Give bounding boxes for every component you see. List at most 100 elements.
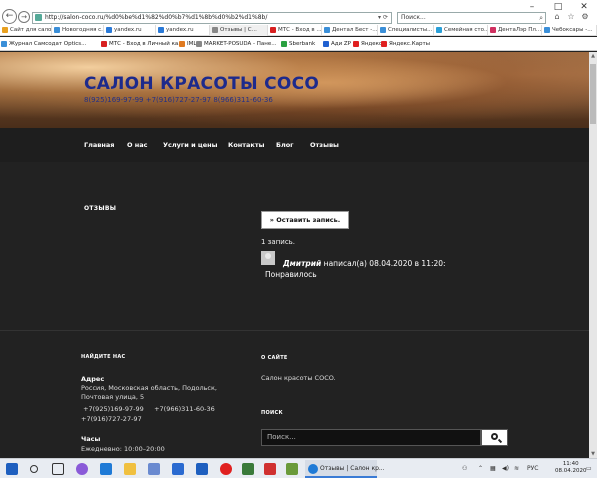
tab-favicon-icon xyxy=(212,27,218,33)
favorite-favicon-icon xyxy=(179,41,185,47)
tab-favicon-icon xyxy=(54,27,60,33)
edge-icon[interactable] xyxy=(100,463,112,475)
nav-home[interactable]: Главная xyxy=(84,141,114,149)
app-icon-1[interactable] xyxy=(242,463,254,475)
viber-icon[interactable] xyxy=(76,463,88,475)
wifi-icon[interactable]: ≋ xyxy=(514,465,519,472)
favorite-link[interactable]: Журнал Самсодат Optics... xyxy=(0,39,86,49)
browser-tab[interactable]: Отзывы | С... xyxy=(210,25,268,36)
site-header: САЛОН КРАСОТЫ COCO 8(925)169-97-99 +7(91… xyxy=(0,52,589,128)
clock-date: 08.04.2020 xyxy=(555,468,587,474)
site-title[interactable]: САЛОН КРАСОТЫ COCO xyxy=(84,74,319,94)
start-windows-icon[interactable] xyxy=(6,463,18,475)
tab-favicon-icon xyxy=(380,27,386,33)
favorites-star-icon[interactable]: ☆ xyxy=(566,12,576,22)
scroll-up-icon[interactable]: ▲ xyxy=(589,52,597,60)
url-text: http://salon-coco.ru/%d0%be%d1%82%d0%b7%… xyxy=(45,14,268,21)
store-icon[interactable] xyxy=(172,463,184,475)
browser-tab[interactable]: yandex.ru xyxy=(104,25,156,36)
notifications-icon[interactable]: ▭ xyxy=(586,465,592,472)
app-icon-2[interactable] xyxy=(264,463,276,475)
page-scrollbar[interactable]: ▲ ▼ xyxy=(589,52,597,458)
about-text: Салон красоты COCO. xyxy=(261,374,336,382)
outlook-icon[interactable] xyxy=(196,463,208,475)
favorite-link[interactable]: Яндекс xyxy=(352,39,382,49)
nav-reviews[interactable]: Отзывы xyxy=(310,141,339,149)
main-navigation: Главная О нас Услуги и цены Контакты Бло… xyxy=(0,128,589,162)
people-icon[interactable]: ⚇ xyxy=(462,465,467,472)
browser-tab[interactable]: Специалисты... xyxy=(378,25,434,36)
nav-services[interactable]: Услуги и цены xyxy=(163,141,218,149)
favorite-label: MARKET-POSUDA - Пане... xyxy=(204,41,277,47)
browser-tab[interactable]: Семейная сто... xyxy=(434,25,488,36)
favorite-favicon-icon xyxy=(101,41,107,47)
back-button[interactable]: ← xyxy=(2,9,17,24)
tab-favicon-icon xyxy=(106,27,112,33)
nav-blog[interactable]: Блог xyxy=(276,141,294,149)
tray-chevron-icon[interactable]: ⌃ xyxy=(478,465,483,472)
forward-button[interactable]: → xyxy=(18,11,30,23)
footer-search-input[interactable]: Поиск... xyxy=(261,429,481,446)
nav-about[interactable]: О нас xyxy=(127,141,148,149)
tab-label: yandex.ru xyxy=(166,27,194,33)
task-view-icon[interactable] xyxy=(52,463,64,475)
settings-gear-icon[interactable]: ⚙ xyxy=(580,12,590,22)
favorite-link[interactable]: МТС - Вход в Личный ка... xyxy=(100,39,184,49)
tab-label: Дентал Бест -... xyxy=(332,27,378,33)
review-count: 1 запись. xyxy=(261,238,296,246)
tab-label: Семейная сто... xyxy=(444,27,488,33)
app-icon-3[interactable] xyxy=(286,463,298,475)
browser-tab[interactable]: Новогодняя с... xyxy=(52,25,104,36)
browser-tabs: Сайт для сало... Новогодняя с... yandex.ru… xyxy=(0,24,597,36)
favorite-favicon-icon xyxy=(1,41,7,47)
home-icon[interactable]: ⌂ xyxy=(552,12,562,22)
tab-label: yandex.ru xyxy=(114,27,142,33)
browser-tab[interactable]: Сайт для сало... xyxy=(0,25,52,36)
browser-search-input[interactable]: Поиск... ⌕ xyxy=(397,12,546,24)
address-bar[interactable]: http://salon-coco.ru/%d0%be%d1%82%d0%b7%… xyxy=(32,12,392,24)
network-icon[interactable]: ▦ xyxy=(490,465,496,472)
favorite-label: МТС - Вход в Личный ка... xyxy=(109,41,184,47)
review-meta: Дмитрий написал(а) 08.04.2020 в 11:20: xyxy=(283,259,446,268)
search-placeholder: Поиск... xyxy=(401,14,426,21)
mail-icon[interactable] xyxy=(148,463,160,475)
hours-label: Часы xyxy=(81,435,101,443)
scroll-thumb[interactable] xyxy=(590,64,596,124)
favorite-link[interactable]: Sberbank xyxy=(280,39,315,49)
clock[interactable]: 11:40 08.04.2020 xyxy=(555,461,587,475)
favorite-link[interactable]: IML xyxy=(178,39,196,49)
tab-favicon-icon xyxy=(490,27,496,33)
tab-favicon-icon xyxy=(436,27,442,33)
favorite-link[interactable]: MARKET-POSUDA - Пане... xyxy=(195,39,277,49)
clock-time: 11:40 xyxy=(562,461,579,467)
language-indicator[interactable]: РУС xyxy=(527,465,538,472)
nav-contacts[interactable]: Контакты xyxy=(228,141,264,149)
hours-text: Ежедневно: 10:00–20:00 xyxy=(81,445,165,453)
favorites-bar: Журнал Самсодат Optics... МТС - Вход в Ли… xyxy=(0,37,597,51)
scroll-down-icon[interactable]: ▼ xyxy=(589,450,597,458)
footer-phones: +7(925)169-97-99 +7(966)311-60-36 xyxy=(81,405,215,413)
search-icon[interactable] xyxy=(30,465,38,473)
site-icon xyxy=(35,14,42,21)
address-text: Россия, Московская область, Подольск, По… xyxy=(81,384,217,401)
favorite-link[interactable]: Ади ZP xyxy=(322,39,351,49)
browser-tab[interactable]: Чебоксары -... xyxy=(542,25,597,36)
opera-icon[interactable] xyxy=(220,463,232,475)
review-text: Понравилось xyxy=(265,270,317,279)
browser-tab[interactable]: ДентаЛэр Пл... xyxy=(488,25,542,36)
footer-search-button[interactable] xyxy=(481,429,508,446)
refresh-icon[interactable]: ▾ ⟳ xyxy=(378,13,388,23)
tab-label: ДентаЛэр Пл... xyxy=(498,27,542,33)
volume-icon[interactable]: ◀) xyxy=(502,465,509,472)
browser-tab[interactable]: yandex.ru xyxy=(156,25,210,36)
file-explorer-icon[interactable] xyxy=(124,463,136,475)
favorite-link[interactable]: Яндекс.Карты xyxy=(380,39,430,49)
search-icon[interactable]: ⌕ xyxy=(539,13,543,23)
browser-tab[interactable]: МТС - Вход в ... xyxy=(268,25,322,36)
search-icon-handle xyxy=(497,438,503,444)
tab-label: Отзывы | С... xyxy=(220,27,257,33)
address-label: Адрес xyxy=(81,375,105,383)
write-review-button[interactable]: » Оставить запись. xyxy=(261,211,349,229)
browser-tab[interactable]: Дентал Бест -... xyxy=(322,25,378,36)
favorite-favicon-icon xyxy=(381,41,387,47)
